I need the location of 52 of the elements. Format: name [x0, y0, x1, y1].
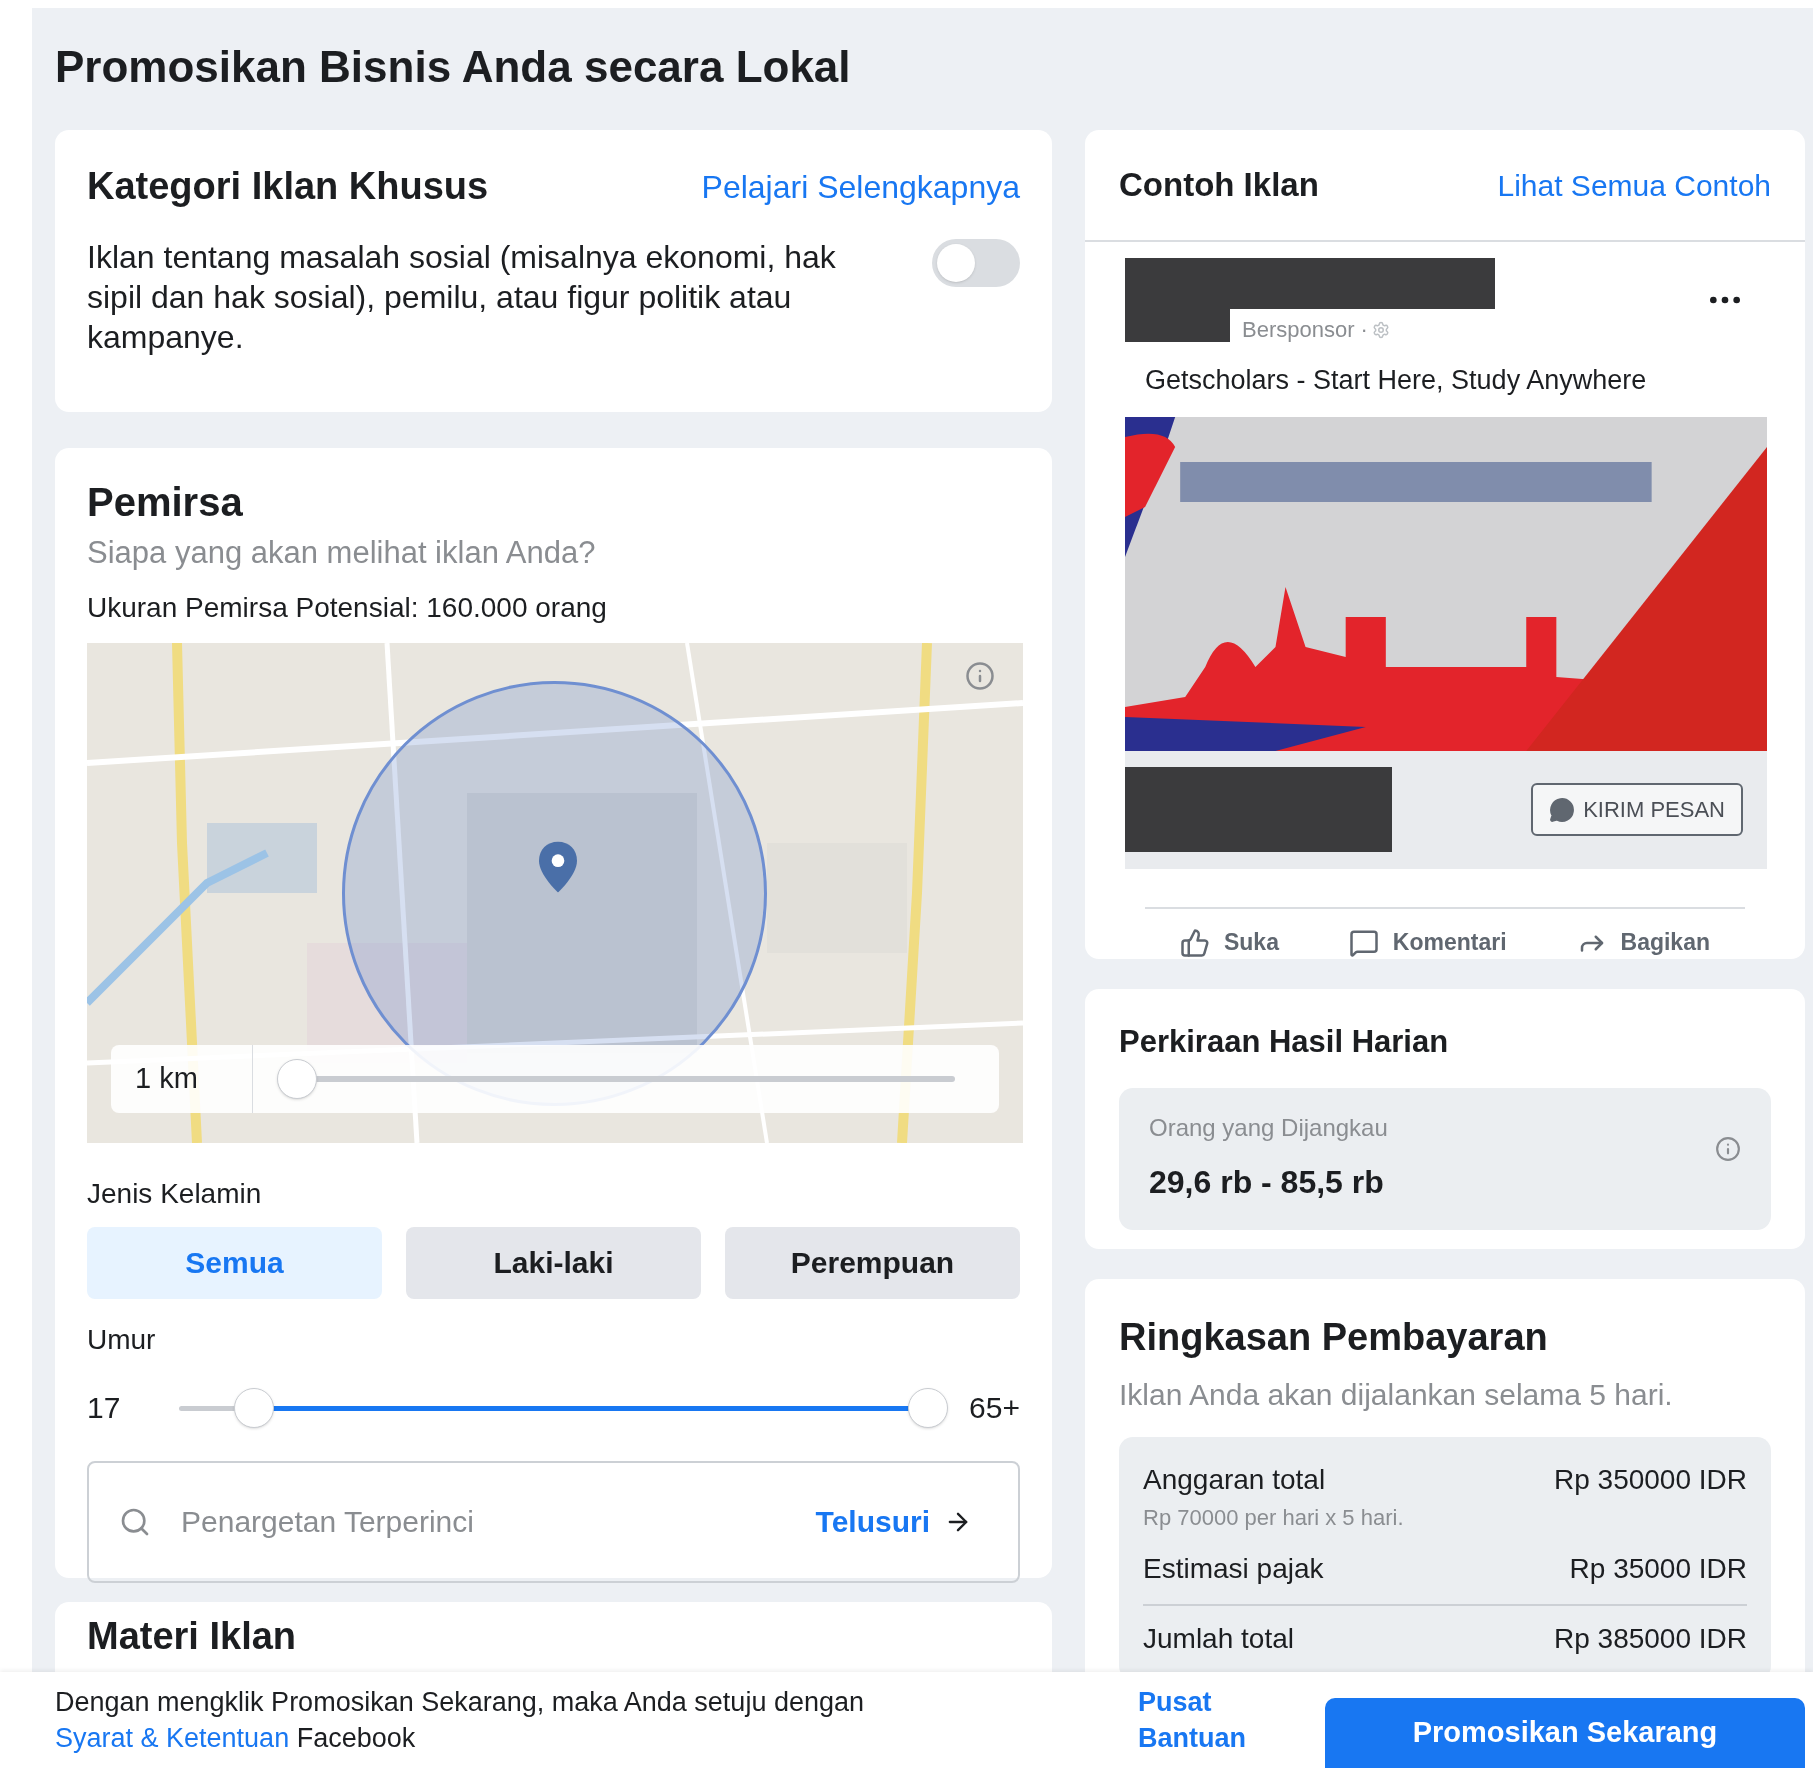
field-label: Umur — [87, 1322, 157, 1357]
field-label: Jenis Kelamin — [87, 1176, 263, 1211]
info-icon[interactable] — [1715, 1135, 1741, 1162]
agreement-text: Dengan mengklik Promosikan Sekarang, maka Anda setuju dengan Syarat & Ketentuan Facebook — [55, 1686, 865, 1755]
section-heading: Perkiraan Hasil Harian — [1119, 1023, 1450, 1061]
see-all-link[interactable]: Lihat Semua Contoh — [1497, 162, 1771, 208]
section-heading: Ringkasan Pembayaran — [1119, 1315, 1549, 1360]
summary-label: Jumlah total — [1143, 1622, 1294, 1656]
audience-size-text: Ukuran Pemirsa Potensial: 160.000 orang — [87, 590, 608, 625]
message-icon — [1549, 796, 1576, 823]
summary-label: Estimasi pajak — [1143, 1552, 1324, 1586]
section-heading: Pemirsa — [87, 479, 244, 526]
section-heading: Contoh Iklan — [1119, 165, 1319, 206]
toggle-switch[interactable] — [932, 239, 1020, 287]
metric-label: Orang yang Dijangkau — [1149, 1112, 1388, 1143]
info-icon[interactable] — [965, 660, 995, 691]
post-action-button[interactable]: Komentari — [1348, 925, 1507, 960]
gear-icon — [1371, 320, 1390, 339]
summary-value: Rp 385000 IDR — [1554, 1622, 1747, 1656]
location-pin-icon — [539, 840, 577, 893]
radius-value: 1 km — [111, 1044, 253, 1113]
ad-headline: Getscholars - Start Here, Study Anywhere — [1145, 364, 1648, 397]
metric-value: 29,6 rb - 85,5 rb — [1149, 1162, 1385, 1202]
summary-note: Rp 70000 per hari x 5 hari. — [1143, 1504, 1405, 1532]
slider-thumb[interactable] — [277, 1058, 317, 1099]
post-action-button[interactable]: Bagikan — [1576, 925, 1710, 960]
section-heading: Materi Iklan — [87, 1614, 298, 1659]
learn-more-link[interactable]: Pelajari Selengkapnya — [701, 162, 1020, 211]
terms-link[interactable]: Syarat & Ketentuan — [55, 1723, 290, 1753]
help-center-link[interactable]: Pusat Bantuan — [1138, 1684, 1258, 1756]
gender-option[interactable]: Laki-laki — [406, 1226, 701, 1299]
subtitle-text: Siapa yang akan melihat iklan Anda? — [87, 534, 597, 572]
page-title: Promosikan Bisnis Anda secara Lokal — [55, 41, 851, 93]
summary-value: Rp 350000 IDR — [1554, 1463, 1747, 1497]
section-heading: Kategori Iklan Khusus — [87, 164, 489, 209]
age-max-value: 65+ — [968, 1390, 1020, 1426]
post-action-button[interactable]: Suka — [1179, 925, 1279, 960]
gender-option[interactable]: Perempuan — [725, 1226, 1020, 1299]
browse-link[interactable]: Telusuri — [815, 1499, 972, 1544]
search-field[interactable]: Penargetan Terperinci Telusuri — [87, 1460, 1020, 1583]
send-message-button[interactable]: KIRIM PESAN — [1531, 783, 1743, 836]
summary-label: Anggaran total — [1143, 1463, 1326, 1497]
promote-now-button[interactable]: Promosikan Sekarang — [1325, 1698, 1805, 1768]
slider-thumb[interactable] — [233, 1387, 274, 1428]
thumbs-up-icon — [1179, 927, 1210, 958]
slider-thumb[interactable] — [908, 1387, 948, 1428]
subtitle-text: Iklan Anda akan dijalankan selama 5 hari. — [1119, 1377, 1674, 1413]
age-min-value: 17 — [87, 1390, 122, 1426]
description-text: Iklan tentang masalah sosial (misalnya ekonomi, hak sipil dan hak sosial), pemilu, atau figur politik atau kampanye. — [87, 238, 837, 357]
sponsored-label: Bersponsor · — [1242, 316, 1368, 344]
summary-value: Rp 35000 IDR — [1569, 1552, 1747, 1586]
gender-option[interactable]: Semua — [87, 1226, 382, 1299]
